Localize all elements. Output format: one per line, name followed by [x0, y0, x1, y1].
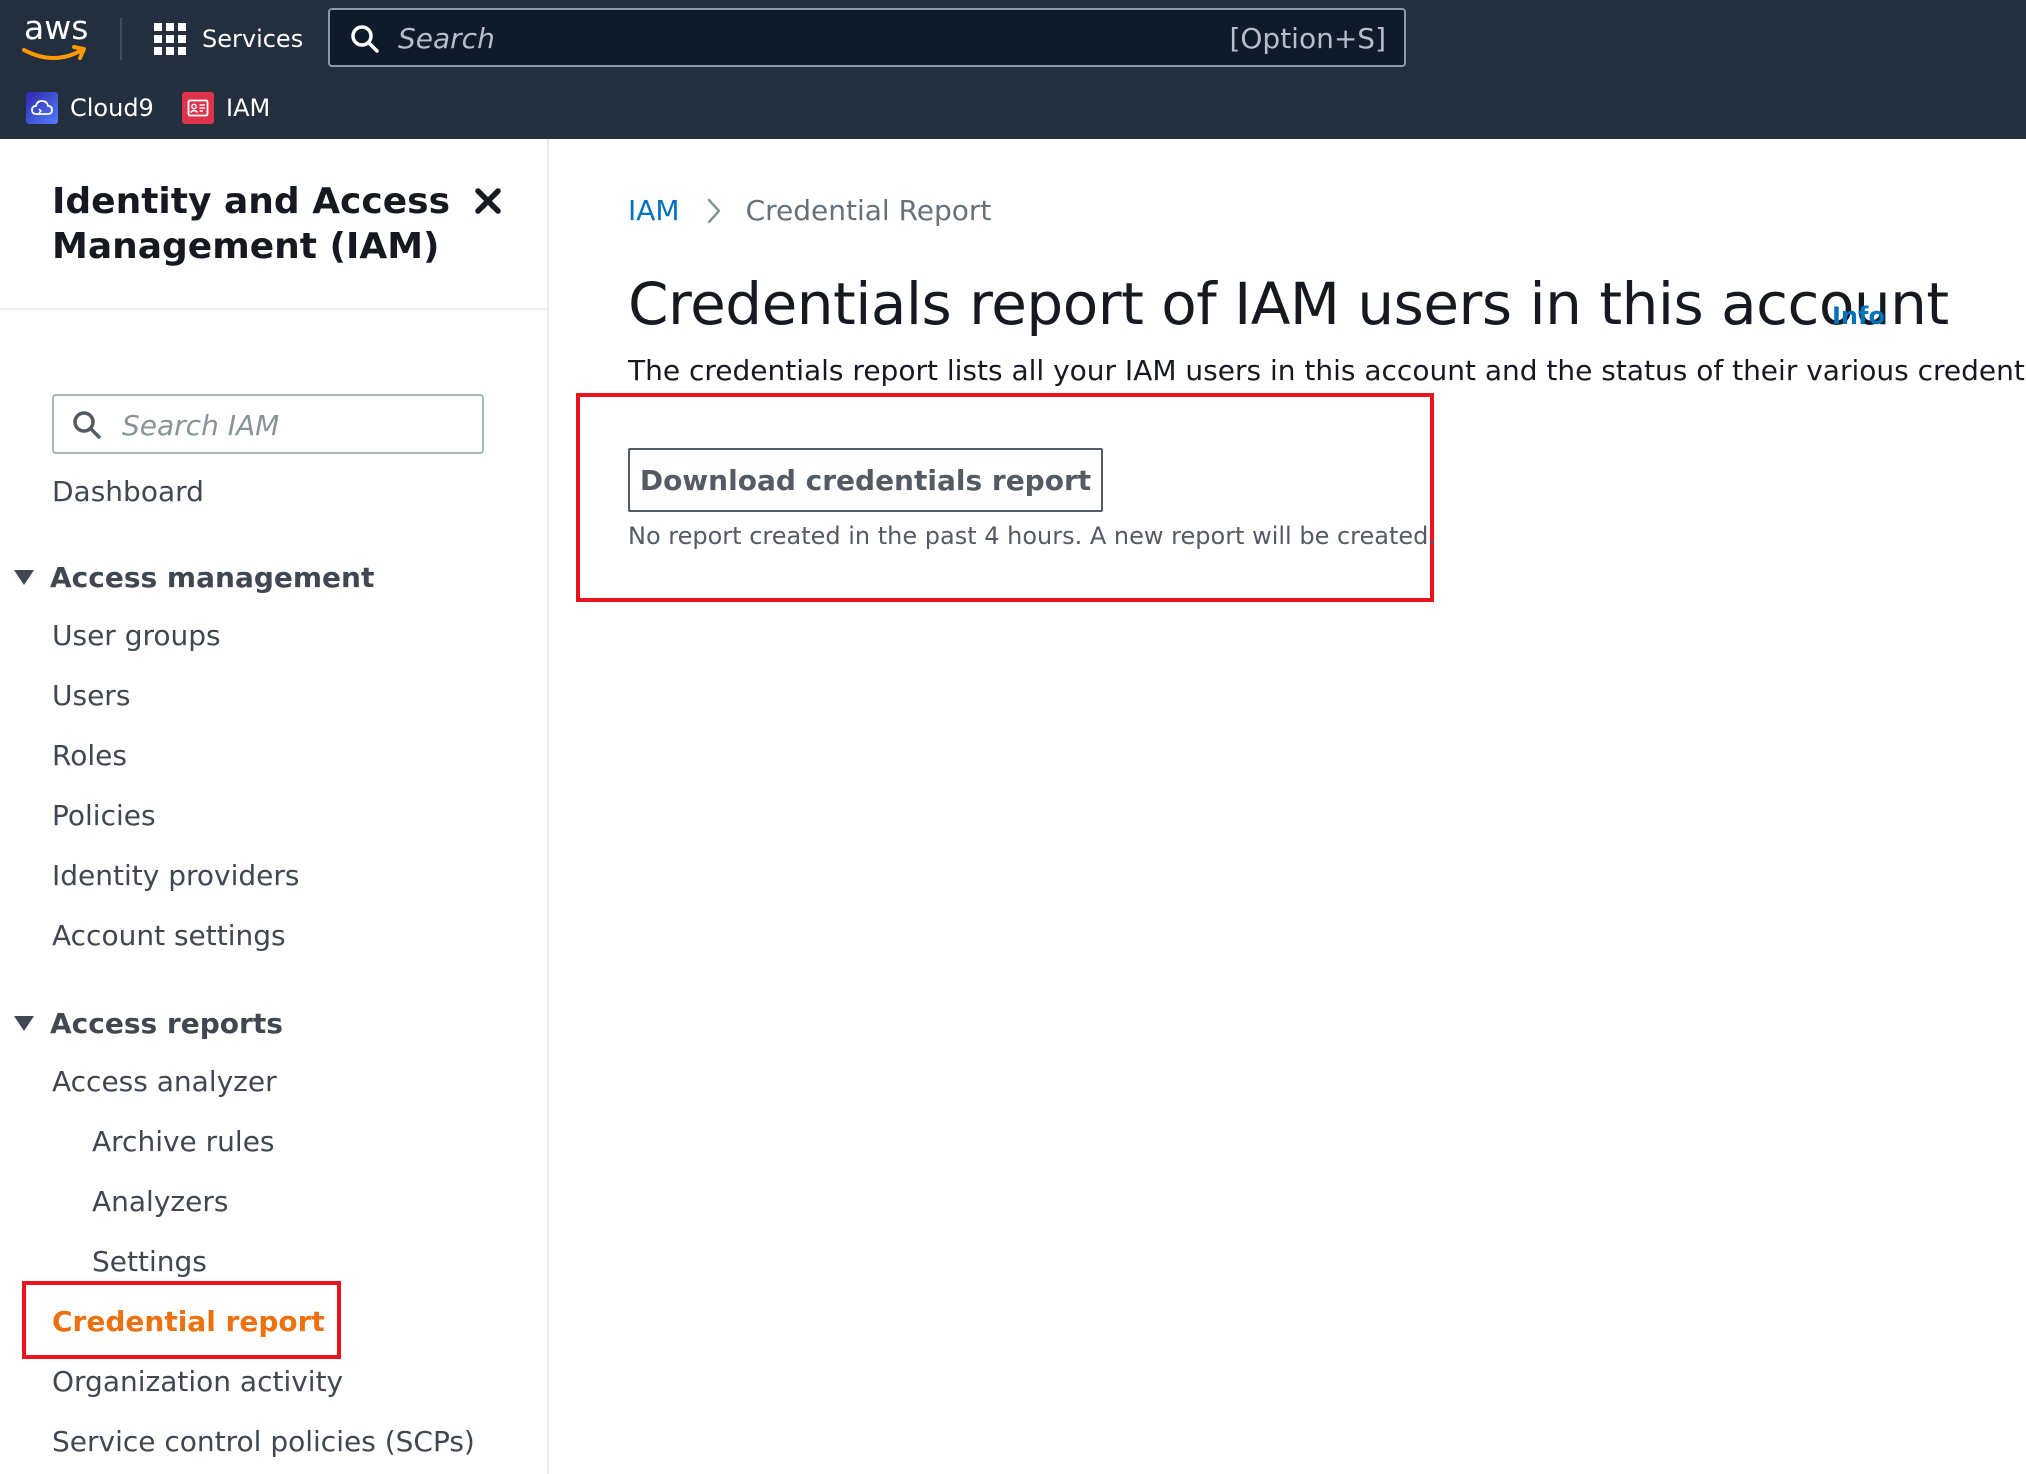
- section-access-management[interactable]: Access management: [12, 559, 374, 595]
- sidebar-item-archive-rules[interactable]: Archive rules: [92, 1125, 275, 1158]
- search-icon: [73, 411, 101, 439]
- sidebar-item-user-groups[interactable]: User groups: [52, 619, 221, 652]
- sidebar-item-analyzers[interactable]: Analyzers: [92, 1185, 228, 1218]
- sidebar-title: Identity and Access Management (IAM): [52, 181, 451, 267]
- sidebar-search[interactable]: [52, 394, 484, 454]
- favorite-cloud9[interactable]: Cloud9: [26, 92, 154, 124]
- top-navigation-bar: aws Services [Option+S] Cloud9: [0, 0, 2026, 139]
- caret-down-icon: [14, 1015, 34, 1031]
- favorite-label: Cloud9: [70, 94, 154, 122]
- sidebar-item-access-analyzer[interactable]: Access analyzer: [52, 1065, 277, 1098]
- global-search[interactable]: [Option+S]: [328, 8, 1406, 67]
- sidebar: Identity and Access Management (IAM) Das…: [0, 139, 549, 1474]
- sidebar-item-dashboard[interactable]: Dashboard: [52, 475, 204, 508]
- close-icon[interactable]: [472, 185, 504, 217]
- services-grid-icon: [154, 23, 186, 55]
- sidebar-item-identity-providers[interactable]: Identity providers: [52, 859, 299, 892]
- global-search-input[interactable]: [398, 20, 1218, 56]
- breadcrumb-current: Credential Report: [745, 194, 992, 227]
- iam-icon: [182, 92, 214, 124]
- highlight-box-sidebar: [22, 1281, 341, 1359]
- search-shortcut-hint: [Option+S]: [1229, 22, 1386, 55]
- sidebar-item-settings[interactable]: Settings: [92, 1245, 207, 1278]
- breadcrumb-iam-link[interactable]: IAM: [628, 194, 680, 227]
- section-access-reports[interactable]: Access reports: [12, 1005, 283, 1041]
- report-hint-text: No report created in the past 4 hours. A…: [628, 522, 1437, 550]
- page-title: Credentials report of IAM users in this …: [628, 270, 1949, 338]
- cloud9-icon: [26, 92, 58, 124]
- download-credentials-report-button[interactable]: Download credentials report: [628, 448, 1103, 512]
- aws-logo-text: aws: [24, 8, 89, 47]
- sidebar-item-roles[interactable]: Roles: [52, 739, 127, 772]
- aws-smile-icon: [22, 45, 86, 60]
- favorite-iam[interactable]: IAM: [182, 92, 270, 124]
- breadcrumb: IAM Credential Report: [628, 194, 991, 227]
- sidebar-item-policies[interactable]: Policies: [52, 799, 156, 832]
- search-icon: [351, 25, 379, 53]
- favorite-label: IAM: [226, 94, 271, 122]
- info-link[interactable]: Info: [1832, 302, 1885, 330]
- sidebar-item-users[interactable]: Users: [52, 679, 130, 712]
- sidebar-divider: [0, 308, 548, 310]
- services-menu-button[interactable]: Services: [154, 18, 303, 60]
- chevron-right-icon: [707, 198, 720, 223]
- sidebar-item-account-settings[interactable]: Account settings: [52, 919, 286, 952]
- aws-logo[interactable]: aws: [22, 8, 94, 62]
- sidebar-search-input[interactable]: [122, 408, 462, 442]
- sidebar-item-organization-activity[interactable]: Organization activity: [52, 1365, 343, 1398]
- nav-divider: [120, 18, 122, 60]
- caret-down-icon: [14, 569, 34, 585]
- section-label: Access management: [50, 560, 375, 594]
- section-label: Access reports: [50, 1006, 283, 1040]
- services-label: Services: [202, 25, 304, 53]
- sidebar-item-scps[interactable]: Service control policies (SCPs): [52, 1425, 475, 1458]
- page-description: The credentials report lists all your IA…: [628, 354, 2026, 387]
